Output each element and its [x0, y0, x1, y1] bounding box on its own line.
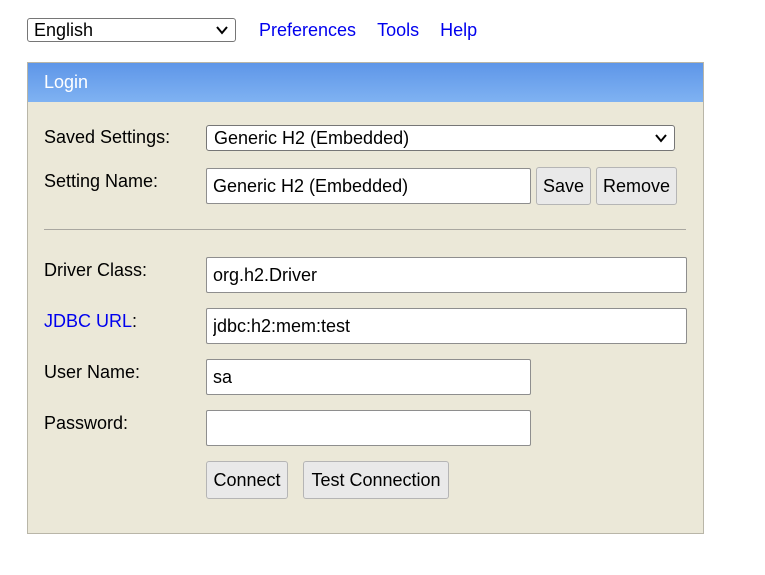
login-panel: Login Saved Settings: Generic H2 (Embedd…: [27, 62, 704, 534]
chevron-down-icon: [655, 134, 667, 143]
saved-settings-value: Generic H2 (Embedded): [214, 127, 410, 148]
user-name-input[interactable]: [206, 359, 531, 395]
save-button[interactable]: Save: [536, 167, 591, 205]
connect-button[interactable]: Connect: [206, 461, 288, 499]
saved-settings-select[interactable]: Generic H2 (Embedded): [206, 125, 675, 151]
divider: [44, 229, 686, 230]
user-name-label: User Name:: [44, 362, 141, 382]
saved-settings-label: Saved Settings:: [44, 127, 171, 147]
test-connection-button[interactable]: Test Connection: [303, 461, 449, 499]
driver-class-label: Driver Class:: [44, 260, 148, 280]
password-input[interactable]: [206, 410, 531, 446]
preferences-link[interactable]: Preferences: [259, 20, 356, 41]
remove-button[interactable]: Remove: [596, 167, 677, 205]
jdbc-url-link[interactable]: JDBC URL: [44, 311, 132, 331]
top-bar: English Preferences Tools Help: [27, 16, 477, 44]
setting-name-label: Setting Name:: [44, 171, 159, 191]
driver-class-input[interactable]: [206, 257, 687, 293]
language-select-value: English: [34, 19, 94, 40]
setting-name-input[interactable]: [206, 168, 531, 204]
login-title: Login: [44, 72, 89, 92]
password-label: Password:: [44, 413, 129, 433]
login-header: Login: [28, 63, 703, 102]
chevron-down-icon: [216, 26, 228, 35]
help-link[interactable]: Help: [440, 20, 477, 41]
jdbc-url-label: JDBC URL:: [44, 311, 137, 332]
tools-link[interactable]: Tools: [377, 20, 419, 41]
language-select[interactable]: English: [27, 18, 236, 42]
jdbc-url-input[interactable]: [206, 308, 687, 344]
jdbc-url-colon: :: [132, 311, 138, 331]
